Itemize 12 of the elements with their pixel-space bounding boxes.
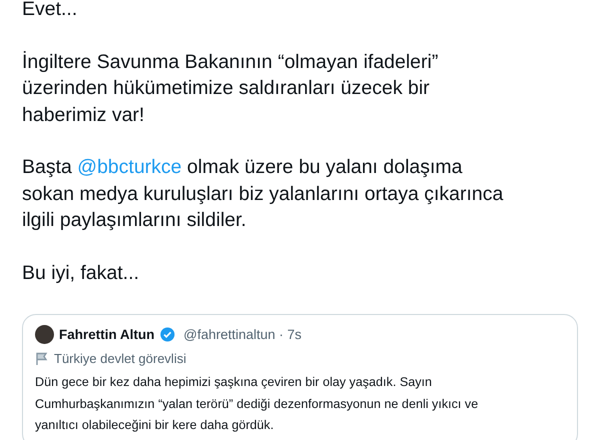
mention-link[interactable]: @bbcturkce: [77, 156, 182, 178]
account-label: Türkiye devlet görevlisi: [54, 351, 186, 366]
flag-icon: [35, 352, 49, 366]
tweet-paragraph: Evet...: [22, 0, 78, 22]
author-handle: @fahrettinaltun · 7s: [184, 327, 302, 342]
quoted-tweet-text: Dün gece bir kez daha hepimizi şaşkına çeviren bir olay yaşadık. Sayın Cumhurbaşkanımızın “yalan terörü” dediği dezenformasyonun ne denli yıkıcı ve yanıltıcı olabileceğini bir kere daha gördük.: [35, 374, 480, 434]
tweet-paragraph: Başta @bbcturkce olmak üzere bu yalanı dolaşıma sokan medya kuruluşları biz yalanlarını ortaya çıkarınca ilgili paylaşımlarını sildiler.: [22, 155, 504, 233]
author-name: Fahrettin Altun: [59, 327, 154, 342]
tweet-paragraph: Bu iyi, fakat...: [22, 260, 140, 286]
quoted-tweet-card[interactable]: [22, 314, 578, 440]
tweet-paragraph: İngiltere Savunma Bakanının “olmayan ifadeleri” üzerinden hükümetimize saldıranları üzecek bir haberimiz var!: [22, 50, 440, 128]
avatar: [35, 325, 54, 344]
